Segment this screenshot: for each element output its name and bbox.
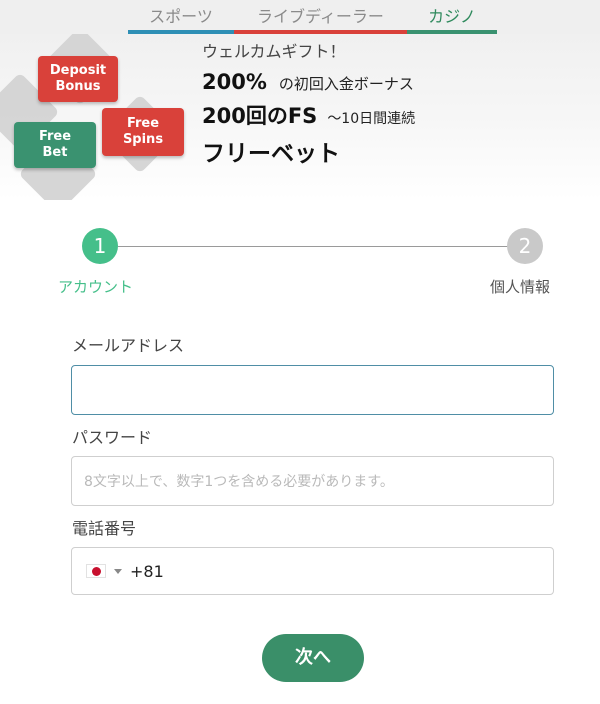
free-spins-line2: Spins [122,132,164,147]
step-2-circle: 2 [507,228,543,264]
free-spins-duration: 〜10日間連続 [327,111,416,127]
promo-text: ウェルカムギフト！ 200% の初回入金ボーナス 200回のFS 〜10日間連続… [202,40,415,168]
tab-live-dealer-label: ライブディーラー [257,7,384,26]
free-spins-count: 200回のFS [202,104,318,128]
step-2-label: 個人情報 [490,278,551,296]
phone-label: 電話番号 [72,519,137,538]
product-tabs: スポーツ ライブディーラー カジノ [0,0,600,34]
tab-live-dealer[interactable]: ライブディーラー [234,0,407,34]
free-bet-title: フリーベット [202,141,340,167]
deposit-bonus-line1: Deposit [49,63,107,78]
tab-sports[interactable]: スポーツ [128,0,234,34]
phone-dial-code: +81 [130,561,164,581]
bonus-text: の初回入金ボーナス [278,75,414,93]
free-spins-badge: Free Spins [102,108,184,156]
next-button[interactable]: 次へ [262,634,364,682]
email-label: メールアドレス [72,336,185,355]
tab-casino-label: カジノ [428,7,476,26]
free-bet-badge: Free Bet [14,122,96,168]
email-input[interactable] [71,365,554,415]
free-bet-line1: Free [38,129,72,144]
free-spins-line1: Free [126,116,160,131]
free-bet-line2: Bet [42,145,68,160]
stepper-line [118,246,508,247]
deposit-bonus-badge: Deposit Bonus [38,56,118,102]
welcome-banner: Deposit Bonus Free Spins Free Bet ウェルカムギ… [0,34,600,200]
free-spins-row: 200回のFS 〜10日間連続 [202,100,415,130]
welcome-gift-title: ウェルカムギフト！ [202,42,346,61]
step-1-circle: 1 [82,228,118,264]
bonus-percent: 200% [202,70,267,94]
tab-sports-label: スポーツ [149,7,213,26]
password-label: パスワード [72,428,153,447]
bonus-row: 200% の初回入金ボーナス [202,70,415,94]
chevron-down-icon[interactable] [114,568,122,574]
phone-input[interactable]: +81 [71,547,554,595]
tab-casino[interactable]: カジノ [407,0,497,34]
step-1-label: アカウント [58,278,134,296]
japan-flag-icon[interactable] [86,564,106,578]
deposit-bonus-line2: Bonus [55,79,101,94]
password-input[interactable] [71,456,554,506]
